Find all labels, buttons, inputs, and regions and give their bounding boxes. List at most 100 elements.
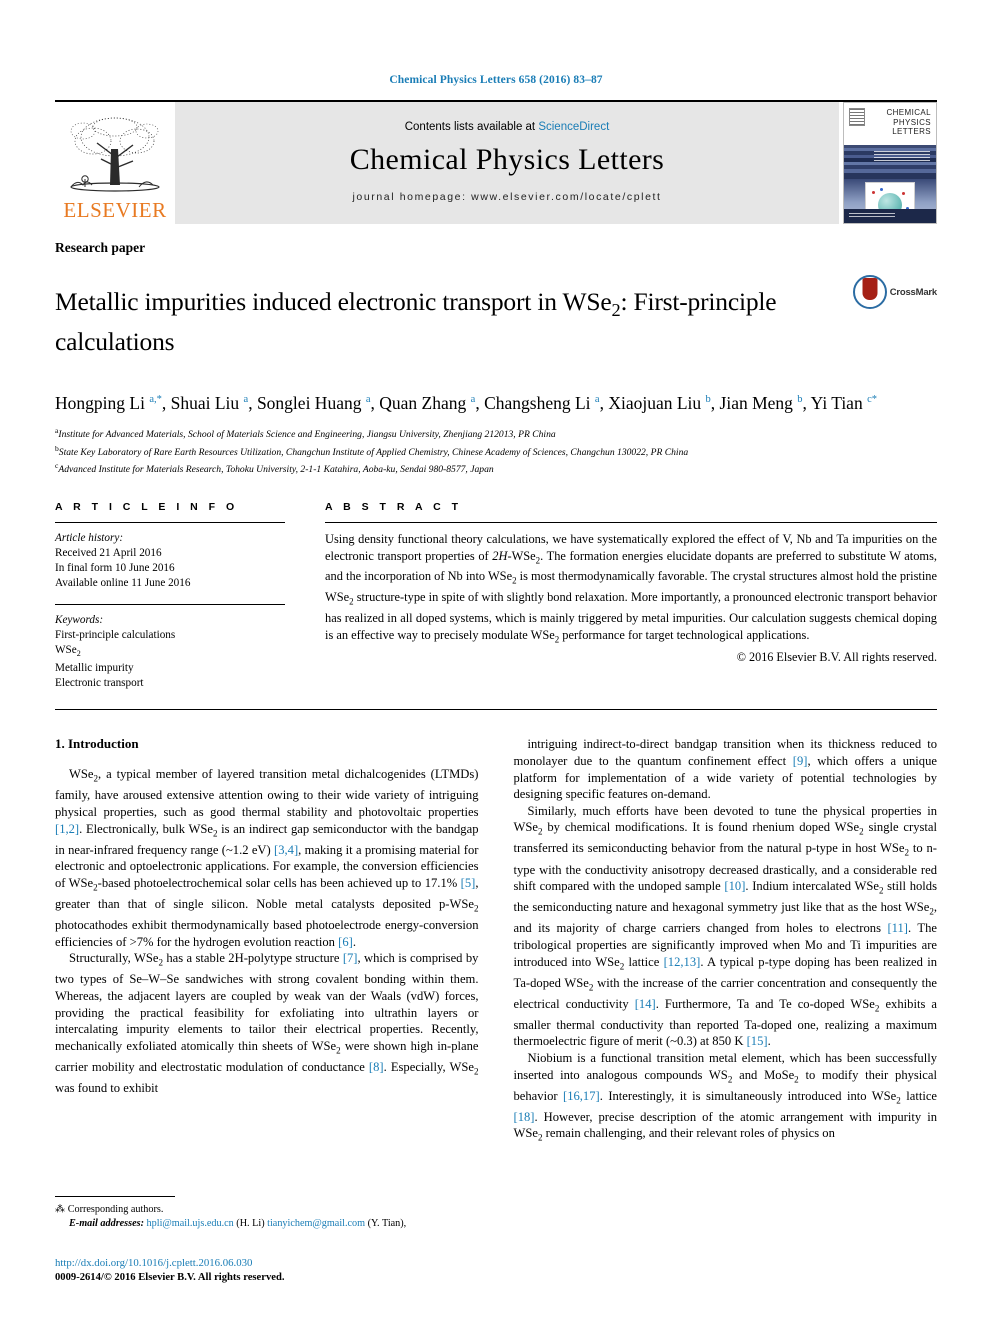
cover-top: CHEMICAL PHYSICS LETTERS bbox=[844, 103, 936, 145]
citation-ref[interactable]: [3,4] bbox=[274, 843, 298, 857]
abstract-text: Using density functional theory calculat… bbox=[325, 532, 937, 645]
crossmark-badge[interactable]: CrossMark bbox=[852, 275, 938, 309]
citation-ref[interactable]: [12,13] bbox=[664, 955, 701, 969]
crossmark-icon bbox=[852, 275, 887, 309]
citation-ref[interactable]: [11] bbox=[887, 921, 908, 935]
cover-band-text bbox=[874, 151, 930, 162]
citation-ref[interactable]: [1,2] bbox=[55, 822, 79, 836]
paragraph: intriguing indirect-to-direct bandgap tr… bbox=[513, 737, 938, 802]
article-history-item: Received 21 April 2016 bbox=[55, 547, 162, 560]
author-name: Changsheng Li a bbox=[484, 393, 600, 414]
citation-ref[interactable]: [5] bbox=[461, 876, 476, 890]
affiliation-list: aInstitute for Advanced Materials, Schoo… bbox=[55, 424, 937, 477]
cover-title-line3: LETTERS bbox=[892, 127, 931, 136]
title-part1: Metallic impurities induced electronic t… bbox=[55, 287, 612, 317]
paragraph: Similarly, much efforts have been devote… bbox=[513, 803, 938, 1049]
corresponding-author-footnote: ⁂ Corresponding authors. E-mail addresse… bbox=[55, 1196, 467, 1231]
affiliation-item: aInstitute for Advanced Materials, Schoo… bbox=[55, 426, 556, 441]
title-row: Metallic impurities induced electronic t… bbox=[55, 269, 937, 374]
journal-masthead: ELSEVIER Contents lists available at Sci… bbox=[55, 100, 937, 224]
author-affiliation-mark: a bbox=[365, 394, 371, 406]
divider bbox=[55, 709, 937, 711]
keywords-label: Keywords: bbox=[55, 614, 104, 627]
article-info-column: A R T I C L E I N F O Article history: R… bbox=[55, 501, 285, 691]
author-affiliation-mark: c* bbox=[867, 394, 878, 406]
divider bbox=[55, 522, 285, 524]
article-info-heading: A R T I C L E I N F O bbox=[55, 501, 239, 514]
paper-page: Chemical Physics Letters 658 (2016) 83–8… bbox=[0, 0, 992, 1323]
citation-ref[interactable]: [15] bbox=[747, 1034, 768, 1048]
elsevier-tree-icon bbox=[63, 115, 167, 199]
citation-ref[interactable]: [14] bbox=[635, 997, 656, 1011]
keyword-lines: First-principle calculations WSe2 Metallic… bbox=[55, 628, 285, 691]
keyword-item: First-principle calculations bbox=[55, 629, 176, 642]
doi-block: http://dx.doi.org/10.1016/j.cplett.2016.… bbox=[55, 1256, 285, 1285]
cover-bottom-text bbox=[849, 213, 895, 218]
citation-ref[interactable]: [16,17] bbox=[563, 1089, 600, 1103]
article-history-lines: Received 21 April 2016 In final form 10 J… bbox=[55, 546, 285, 591]
author-name: Jian Meng b bbox=[719, 393, 803, 414]
keyword-item: Metallic impurity bbox=[55, 662, 134, 675]
author-affiliation-mark: b bbox=[797, 394, 803, 406]
cover-title-line1: CHEMICAL bbox=[886, 108, 931, 117]
contents-prefix: Contents lists available at bbox=[404, 121, 539, 133]
page-title: Metallic impurities induced electronic t… bbox=[55, 286, 853, 357]
asterisk-icon: ⁂ bbox=[55, 1204, 66, 1215]
citation-ref[interactable]: [10] bbox=[724, 879, 745, 893]
author-list: Hongping Li a,*, Shuai Liu a, Songlei Hu… bbox=[55, 393, 878, 414]
affiliation-mark: c bbox=[55, 461, 59, 471]
journal-homepage-link[interactable]: journal homepage: www.elsevier.com/locat… bbox=[352, 191, 661, 203]
cover-publisher-mark-icon bbox=[849, 108, 865, 126]
keyword-item: WSe2 bbox=[55, 644, 81, 659]
body-column-right: intriguing indirect-to-direct bandgap tr… bbox=[514, 736, 938, 1146]
citation-ref[interactable]: [8] bbox=[369, 1060, 384, 1074]
citation-ref[interactable]: [9] bbox=[793, 754, 808, 768]
cover-bottom-bar bbox=[844, 209, 936, 223]
article-type-label: Research paper bbox=[55, 240, 146, 255]
affiliation-item: bState Key Laboratory of Rare Earth Reso… bbox=[55, 443, 689, 458]
email-owner-2: (Y. Tian), bbox=[367, 1218, 407, 1229]
email-label: E-mail addresses: bbox=[69, 1218, 144, 1229]
article-history-item: In final form 10 June 2016 bbox=[55, 562, 175, 575]
author-affiliation-mark: a bbox=[470, 394, 476, 406]
body-columns: 1. Introduction WSe2, a typical member o… bbox=[55, 736, 937, 1146]
article-history-item: Available online 11 June 2016 bbox=[55, 577, 191, 590]
section-title-introduction: 1. Introduction bbox=[55, 736, 139, 752]
keyword-item: Electronic transport bbox=[55, 677, 144, 690]
sciencedirect-link[interactable]: ScienceDirect bbox=[538, 121, 609, 133]
body-column-left: 1. Introduction WSe2, a typical member o… bbox=[55, 736, 479, 1146]
masthead-center: Contents lists available at ScienceDirec… bbox=[175, 102, 839, 224]
author-affiliation-mark: a bbox=[243, 394, 249, 406]
issn-copyright-line: 0009-2614/© 2016 Elsevier B.V. All right… bbox=[55, 1271, 285, 1283]
author-affiliation-mark: a bbox=[594, 394, 600, 406]
citation-ref[interactable]: [7] bbox=[343, 951, 358, 965]
abstract-copyright: © 2016 Elsevier B.V. All rights reserved… bbox=[736, 650, 937, 665]
author-affiliation-mark: a,* bbox=[149, 394, 162, 406]
right-column-paragraphs: intriguing indirect-to-direct bandgap tr… bbox=[514, 736, 938, 1146]
divider bbox=[55, 604, 285, 606]
corresponding-text: Corresponding authors. bbox=[67, 1204, 164, 1215]
corresponding-line: ⁂ Corresponding authors. bbox=[55, 1203, 467, 1217]
citation-ref[interactable]: [18] bbox=[514, 1110, 535, 1124]
abstract-column: A B S T R A C T Using density functional… bbox=[325, 501, 937, 691]
cover-dot bbox=[872, 191, 875, 194]
author-name: Songlei Huang a bbox=[256, 393, 371, 414]
doi-link[interactable]: http://dx.doi.org/10.1016/j.cplett.2016.… bbox=[55, 1256, 285, 1271]
citation-ref[interactable]: [6] bbox=[338, 935, 353, 949]
email-owner-1: (H. Li) bbox=[236, 1218, 265, 1229]
author-affiliation-mark: b bbox=[705, 394, 711, 406]
info-abstract-block: A R T I C L E I N F O Article history: R… bbox=[55, 501, 937, 691]
abstract-heading: A B S T R A C T bbox=[325, 501, 462, 514]
email-link-2[interactable]: tianyichem@gmail.com bbox=[267, 1218, 365, 1229]
article-history-label: Article history: bbox=[55, 532, 124, 545]
cover-title: CHEMICAL PHYSICS LETTERS bbox=[886, 108, 931, 137]
elsevier-wordmark: ELSEVIER bbox=[63, 198, 167, 222]
crossmark-label: CrossMark bbox=[889, 286, 938, 298]
journal-title: Chemical Physics Letters bbox=[349, 143, 665, 176]
email-link-1[interactable]: hpli@mail.ujs.edu.cn bbox=[147, 1218, 234, 1229]
author-name: Quan Zhang a bbox=[379, 393, 476, 414]
divider bbox=[55, 1196, 175, 1197]
affiliation-item: cAdvanced Institute for Materials Resear… bbox=[55, 461, 494, 476]
affiliation-mark: a bbox=[55, 426, 59, 436]
author-name: Yi Tian c* bbox=[810, 393, 878, 414]
